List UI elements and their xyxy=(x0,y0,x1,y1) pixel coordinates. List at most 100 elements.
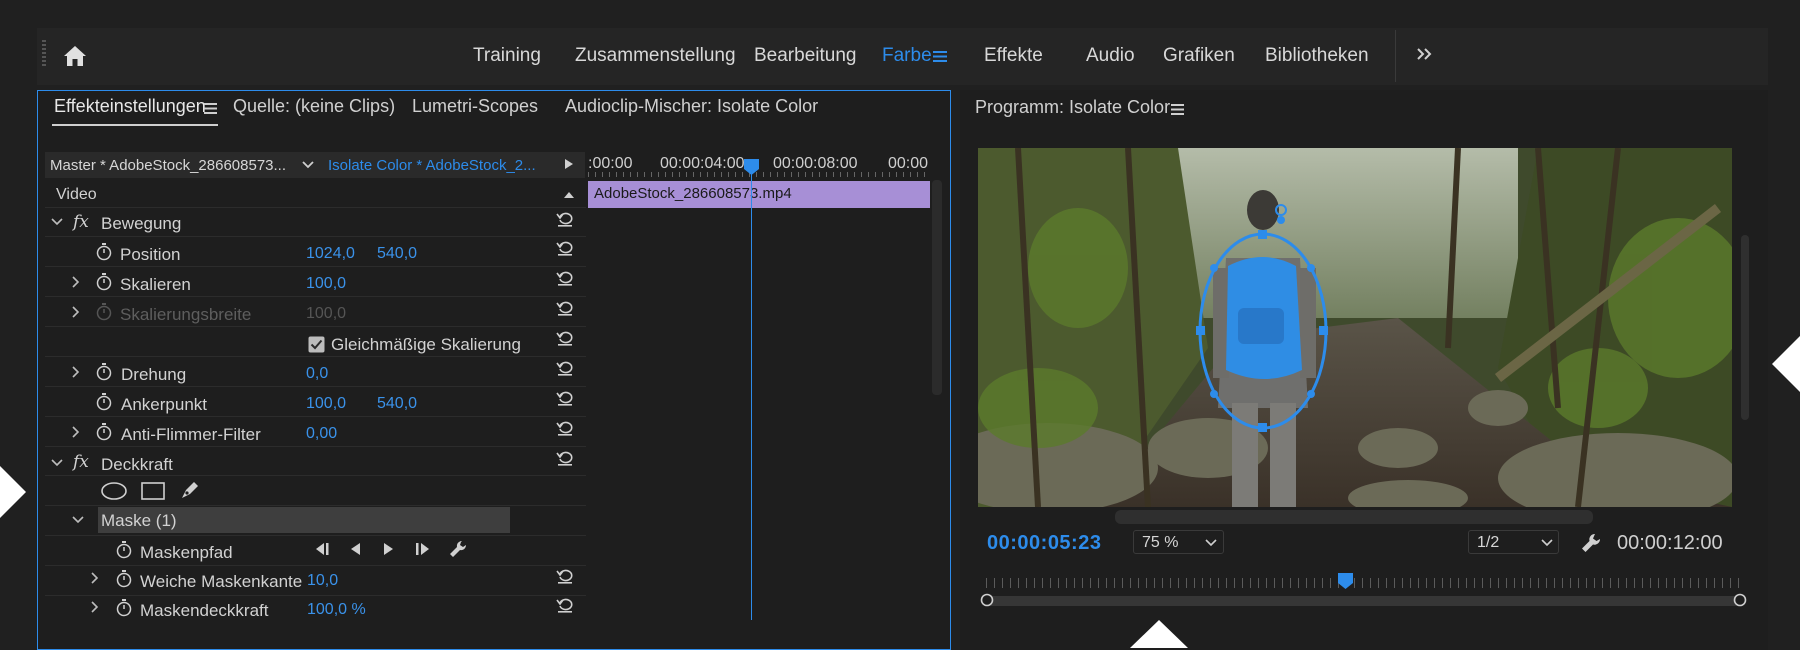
track-forward-icon[interactable] xyxy=(382,541,396,557)
out-point-handle-icon[interactable] xyxy=(1733,593,1747,607)
position-x-value[interactable]: 1024,0 xyxy=(306,245,355,263)
mask-opacity-value[interactable]: 100,0 % xyxy=(307,601,366,619)
workspace-separator xyxy=(1395,30,1396,82)
tab-source[interactable]: Quelle: (keine Clips) xyxy=(233,96,395,117)
expand-chevron-right-icon[interactable] xyxy=(72,276,80,288)
monitor-playhead-icon[interactable] xyxy=(1337,572,1354,590)
workspace-effects[interactable]: Effekte xyxy=(984,30,1043,82)
tab-effect-controls[interactable]: Effekteinstellungen xyxy=(54,96,206,117)
reset-icon[interactable] xyxy=(556,450,574,466)
reset-icon[interactable] xyxy=(556,240,574,256)
expand-chevron-right-icon[interactable] xyxy=(72,366,80,378)
in-point-handle-icon[interactable] xyxy=(980,593,994,607)
program-video-frame[interactable] xyxy=(978,148,1732,507)
home-icon[interactable] xyxy=(62,44,88,68)
anchor-x-value[interactable]: 100,0 xyxy=(306,395,346,413)
timeline-playhead[interactable] xyxy=(751,165,752,620)
scale-width-label: Skalierungsbreite xyxy=(120,305,252,324)
expand-chevron-icon[interactable] xyxy=(51,218,63,226)
stopwatch-icon[interactable] xyxy=(116,570,132,588)
reset-icon[interactable] xyxy=(556,360,574,376)
track-backward-one-icon[interactable] xyxy=(314,541,332,557)
stopwatch-icon[interactable] xyxy=(96,423,112,441)
expand-chevron-right-icon[interactable] xyxy=(91,572,99,584)
anti-flicker-value[interactable]: 0,00 xyxy=(306,425,337,443)
bottom-edge-arrow-icon xyxy=(1130,620,1188,648)
chevron-down-icon[interactable] xyxy=(1205,539,1217,547)
scale-value[interactable]: 100,0 xyxy=(306,275,346,293)
active-tab-indicator xyxy=(52,124,218,126)
workspace-graphics[interactable]: Grafiken xyxy=(1163,30,1235,82)
ellipse-mask-icon[interactable] xyxy=(101,482,127,500)
reset-icon[interactable] xyxy=(556,420,574,436)
rotation-value[interactable]: 0,0 xyxy=(306,365,328,383)
workspace-menu-icon[interactable] xyxy=(933,51,947,62)
fx-icon[interactable]: fx xyxy=(73,212,89,232)
wrench-icon[interactable] xyxy=(448,539,468,559)
workspace-training[interactable]: Training xyxy=(473,30,541,82)
stopwatch-icon[interactable] xyxy=(96,363,112,381)
monitor-scrub-track[interactable] xyxy=(986,596,1742,606)
playhead-marker-icon[interactable] xyxy=(743,158,760,176)
uniform-scale-checkbox[interactable] xyxy=(308,336,325,353)
track-backward-icon[interactable] xyxy=(348,541,362,557)
motion-effect-label: Bewegung xyxy=(101,214,182,233)
workspace-color[interactable]: Farbe xyxy=(882,30,932,82)
expand-chevron-icon[interactable] xyxy=(51,459,63,467)
fx-icon[interactable]: fx xyxy=(73,452,89,472)
expand-chevron-right-icon[interactable] xyxy=(72,306,80,318)
zoom-value: 75 % xyxy=(1142,534,1179,551)
panel-menu-icon[interactable] xyxy=(1171,104,1184,115)
monitor-horizontal-scrollbar[interactable] xyxy=(1115,510,1593,524)
anti-flicker-label: Anti-Flimmer-Filter xyxy=(121,425,261,444)
expand-chevron-right-icon[interactable] xyxy=(72,426,80,438)
stopwatch-icon[interactable] xyxy=(96,243,112,261)
master-clip-label[interactable]: Master * AdobeStock_286608573... xyxy=(50,157,286,174)
rectangle-mask-icon[interactable] xyxy=(141,482,165,500)
reset-icon[interactable] xyxy=(556,568,574,584)
workspace-assembly[interactable]: Zusammenstellung xyxy=(575,30,736,82)
chevron-down-icon[interactable] xyxy=(1541,539,1553,547)
tab-audio-clip-mixer[interactable]: Audioclip-Mischer: Isolate Color xyxy=(565,96,818,117)
stopwatch-icon[interactable] xyxy=(116,541,132,559)
expand-chevron-right-icon[interactable] xyxy=(91,601,99,613)
reset-icon[interactable] xyxy=(556,390,574,406)
wrench-icon[interactable] xyxy=(1580,532,1602,554)
workspace-audio[interactable]: Audio xyxy=(1086,30,1135,82)
position-y-value[interactable]: 540,0 xyxy=(377,245,417,263)
reset-icon[interactable] xyxy=(556,330,574,346)
monitor-vertical-scrollbar[interactable] xyxy=(1741,235,1749,420)
reset-icon[interactable] xyxy=(556,597,574,613)
resolution-value: 1/2 xyxy=(1477,534,1500,551)
stopwatch-icon[interactable] xyxy=(96,273,112,291)
panel-menu-icon[interactable] xyxy=(204,103,217,114)
timeline-time-label: 00:00 xyxy=(888,155,929,172)
timeline-time-label: :00:00 xyxy=(588,155,633,172)
feather-value[interactable]: 10,0 xyxy=(307,572,338,590)
more-workspaces-icon[interactable] xyxy=(1416,47,1432,61)
pen-mask-icon[interactable] xyxy=(179,479,201,501)
anchor-y-value[interactable]: 540,0 xyxy=(377,395,417,413)
video-section-label: Video xyxy=(56,186,97,203)
stopwatch-icon[interactable] xyxy=(116,599,132,617)
stopwatch-icon[interactable] xyxy=(96,393,112,411)
program-monitor-title: Programm: Isolate Color xyxy=(975,97,1171,117)
reset-icon[interactable] xyxy=(556,211,574,227)
collapse-up-icon[interactable] xyxy=(563,191,575,199)
monitor-time-ruler[interactable] xyxy=(986,578,1742,588)
play-triangle-icon[interactable] xyxy=(564,158,574,170)
tab-lumetri-scopes[interactable]: Lumetri-Scopes xyxy=(412,96,538,117)
track-forward-one-icon[interactable] xyxy=(414,541,432,557)
sequence-clip-label[interactable]: Isolate Color * AdobeStock_2... xyxy=(328,157,536,174)
workspace-libraries[interactable]: Bibliotheken xyxy=(1265,30,1369,82)
chevron-down-icon[interactable] xyxy=(302,161,314,169)
reset-icon[interactable] xyxy=(556,270,574,286)
workspace-editing[interactable]: Bearbeitung xyxy=(754,30,856,82)
left-edge-arrow-icon xyxy=(0,466,26,518)
mask-opacity-label: Maskendeckkraft xyxy=(140,601,269,620)
current-timecode[interactable]: 00:00:05:23 xyxy=(987,532,1101,555)
drag-grip[interactable] xyxy=(42,40,46,66)
timeline-scrollbar[interactable] xyxy=(932,180,942,395)
reset-icon[interactable] xyxy=(556,300,574,316)
expand-chevron-icon[interactable] xyxy=(72,516,84,524)
